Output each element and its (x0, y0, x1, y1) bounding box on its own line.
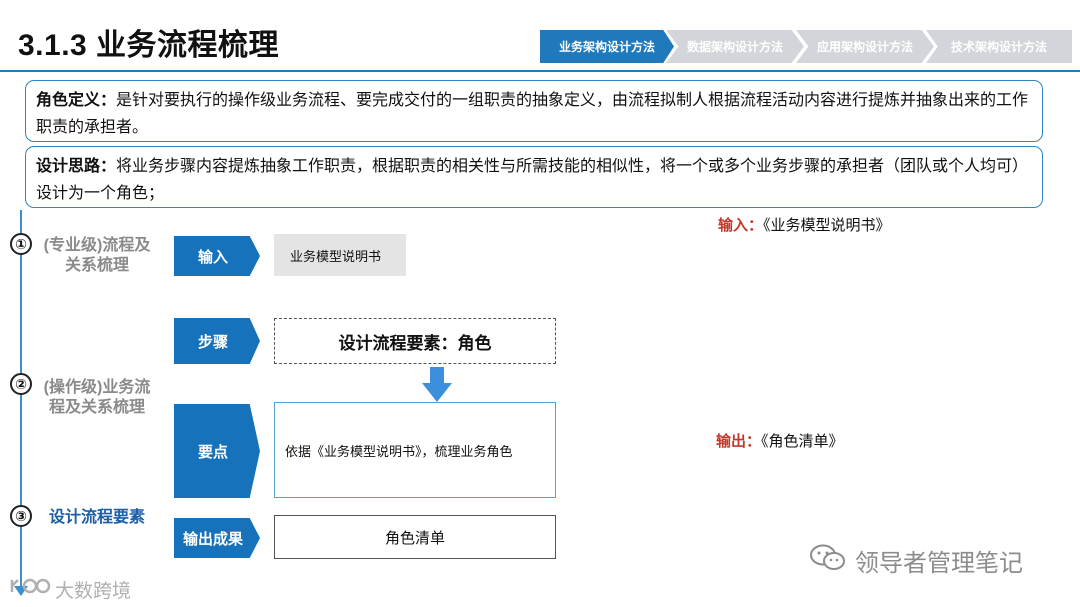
step-number-2: ② (10, 373, 32, 395)
design-approach-box: 设计思路：将业务步骤内容提炼抽象工作职责，根据职责的相关性与所需技能的相似性，将… (25, 146, 1043, 208)
role-definition-text: 是针对要执行的操作级业务流程、要完成交付的一组职责的抽象定义，由流程拟制人根据流… (36, 92, 1029, 136)
input-note-label: 输入： (718, 217, 764, 234)
key-points-tag: 要点 (174, 404, 260, 498)
design-approach-label: 设计思路： (36, 158, 117, 175)
phase-3-label[interactable]: 设计流程要素 (42, 508, 152, 528)
nav-tab-label: 业务架构设计方法 (558, 40, 655, 54)
watermark-logo-icon (10, 578, 51, 594)
timeline-line (20, 210, 22, 595)
step-tag: 步骤 (174, 318, 260, 364)
nav-tab-label: 技术架构设计方法 (950, 40, 1047, 54)
output-tag: 输出成果 (174, 518, 260, 558)
nav-tab-application-architecture[interactable]: 应用架构设计方法 (796, 30, 934, 63)
input-document-box: 业务模型说明书 (274, 234, 406, 276)
watermark-left: 大数跨境 (55, 581, 132, 602)
role-definition-box: 角色定义：是针对要执行的操作级业务流程、要完成交付的一组职责的抽象定义，由流程拟… (25, 80, 1043, 142)
output-box: 角色清单 (274, 515, 556, 559)
step-number-1: ① (10, 233, 32, 255)
role-definition-label: 角色定义： (36, 92, 117, 109)
step-box: 设计流程要素：角色 (274, 318, 556, 364)
input-tag: 输入 (174, 236, 260, 276)
output-note-value: 《角色清单》 (761, 433, 844, 450)
step-number-3: ③ (10, 505, 32, 527)
phase-2-label[interactable]: (操作级)业务流程及关系梳理 (42, 378, 152, 418)
wechat-icon (810, 544, 845, 570)
phase-1-label[interactable]: (专业级)流程及关系梳理 (42, 236, 152, 276)
page-title: 3.1.3 业务流程梳理 (18, 29, 280, 62)
input-note: 输入：《业务模型说明书》 (718, 214, 891, 235)
input-note-value: 《业务模型说明书》 (763, 217, 891, 234)
output-note-label: 输出： (716, 433, 762, 450)
title-divider (0, 70, 1080, 72)
output-note: 输出：《角色清单》 (716, 430, 844, 451)
nav-tab-label: 应用架构设计方法 (816, 40, 913, 54)
arrow-down-icon (422, 367, 452, 402)
nav-tab-technical-architecture[interactable]: 技术架构设计方法 (926, 30, 1072, 63)
design-approach-text: 将业务步骤内容提炼抽象工作职责，根据职责的相关性与所需技能的相似性，将一个或多个… (36, 158, 1029, 202)
nav-tab-business-architecture[interactable]: 业务架构设计方法 (540, 30, 674, 63)
nav-tab-label: 数据架构设计方法 (686, 40, 783, 54)
key-points-box: 依据《业务模型说明书》，梳理业务角色 (274, 402, 556, 498)
watermark-right: 领导者管理笔记 (855, 550, 1023, 577)
nav-tab-data-architecture[interactable]: 数据架构设计方法 (666, 30, 804, 63)
